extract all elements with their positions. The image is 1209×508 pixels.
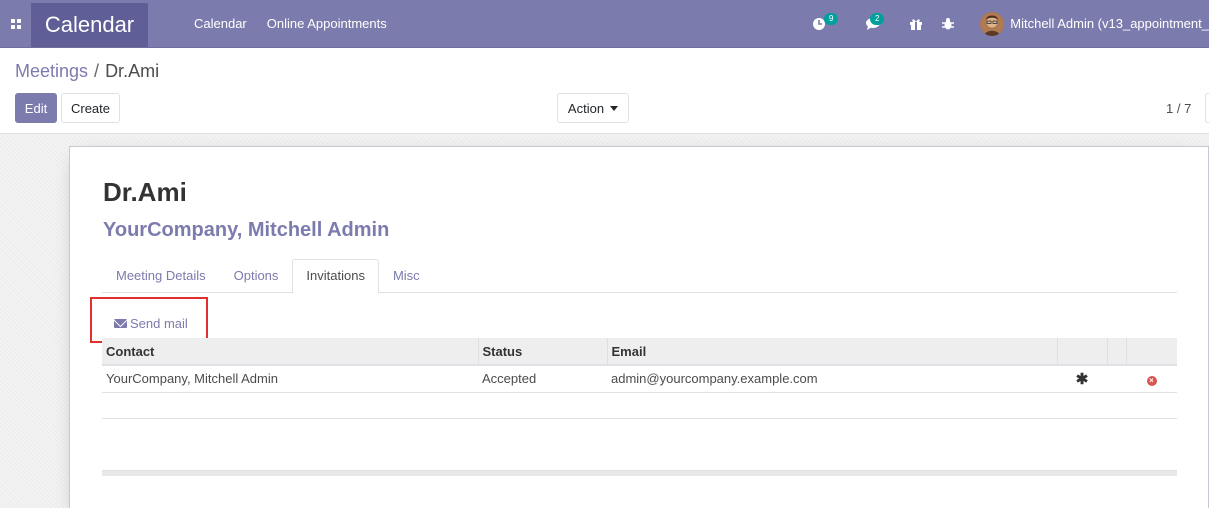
caret-down-icon — [610, 105, 619, 111]
empty-row — [102, 417, 1177, 444]
attendees-table: Contact Status Email YourCompany, Mitche… — [102, 338, 1177, 444]
app-title[interactable]: Calendar — [31, 3, 148, 47]
avatar — [980, 11, 1005, 36]
column-header-contact[interactable]: Contact — [102, 338, 478, 366]
bug-icon — [942, 17, 955, 29]
menu-item-calendar[interactable]: Calendar — [184, 0, 257, 47]
debug-menu[interactable] — [932, 0, 964, 47]
column-header-spacer — [1106, 338, 1126, 366]
systray: 9 2 Mitchell Admin (v13_appointment_ — [812, 0, 1209, 47]
activity-count-badge: 9 — [824, 13, 839, 25]
messages-count-badge: 2 — [870, 13, 885, 25]
notebook-tabs: Meeting Details Options Invitations Misc — [102, 259, 1177, 294]
gift-icon — [910, 18, 923, 30]
top-navbar: Calendar Calendar Online Appointments 9 … — [0, 0, 1209, 48]
form-view: Dr.Ami YourCompany, Mitchell Admin Meeti… — [0, 134, 1209, 508]
cell-delete[interactable]: × — [1126, 364, 1177, 392]
action-dropdown[interactable]: Action — [557, 93, 629, 123]
cell-spacer — [1107, 364, 1126, 392]
apps-grid-icon — [10, 18, 21, 29]
pager-value[interactable]: 1 / 7 — [1166, 101, 1191, 116]
asterisk-icon[interactable]: ✱ — [1076, 371, 1089, 388]
table-header-row: Contact Status Email — [102, 338, 1177, 366]
record-title: Dr.Ami — [103, 177, 187, 207]
breadcrumb: Meetings / Dr.Ami — [15, 61, 159, 82]
cell-action[interactable]: ✱ — [1057, 364, 1107, 392]
cell-status[interactable]: Accepted — [478, 364, 607, 392]
apps-menu-button[interactable] — [0, 0, 31, 47]
main-menu: Calendar Online Appointments — [184, 0, 397, 47]
envelope-icon — [114, 319, 127, 328]
send-mail-button[interactable]: Send mail — [114, 316, 188, 331]
action-label: Action — [567, 100, 605, 116]
empty-row — [102, 391, 1177, 418]
create-button[interactable]: Create — [61, 93, 120, 123]
cell-contact[interactable]: YourCompany, Mitchell Admin — [102, 364, 478, 392]
form-sheet: Dr.Ami YourCompany, Mitchell Admin Meeti… — [69, 146, 1209, 508]
remove-circle-icon[interactable]: × — [1146, 376, 1157, 387]
breadcrumb-current: Dr.Ami — [105, 61, 160, 81]
send-mail-label: Send mail — [130, 316, 188, 331]
control-panel: Meetings / Dr.Ami Edit Create Action 1 / 7 — [0, 48, 1209, 134]
table-row[interactable]: YourCompany, Mitchell Admin Accepted adm… — [102, 364, 1177, 392]
column-header-actions — [1056, 338, 1107, 366]
messages-menu[interactable]: 2 — [846, 0, 900, 47]
tab-meeting-details[interactable]: Meeting Details — [102, 259, 220, 293]
tab-options[interactable]: Options — [220, 259, 293, 293]
breadcrumb-separator: / — [94, 61, 100, 81]
table-footer — [102, 470, 1177, 476]
column-header-status[interactable]: Status — [477, 338, 607, 366]
menu-item-online-appointments[interactable]: Online Appointments — [257, 0, 397, 47]
record-subtitle[interactable]: YourCompany, Mitchell Admin — [103, 219, 389, 242]
gift-menu[interactable] — [900, 0, 932, 47]
user-name: Mitchell Admin (v13_appointment_ — [1010, 16, 1209, 31]
edit-button[interactable]: Edit — [15, 93, 57, 123]
pager-previous-button[interactable] — [1205, 93, 1209, 123]
tab-invitations[interactable]: Invitations — [292, 259, 379, 294]
column-header-email[interactable]: Email — [606, 338, 1057, 366]
breadcrumb-meetings[interactable]: Meetings — [15, 61, 88, 81]
cell-email[interactable]: admin@yourcompany.example.com — [607, 364, 1057, 392]
column-header-delete — [1125, 338, 1177, 366]
activity-menu[interactable]: 9 — [812, 0, 846, 47]
user-menu[interactable]: Mitchell Admin (v13_appointment_ — [980, 11, 1209, 36]
tab-misc[interactable]: Misc — [379, 259, 434, 293]
